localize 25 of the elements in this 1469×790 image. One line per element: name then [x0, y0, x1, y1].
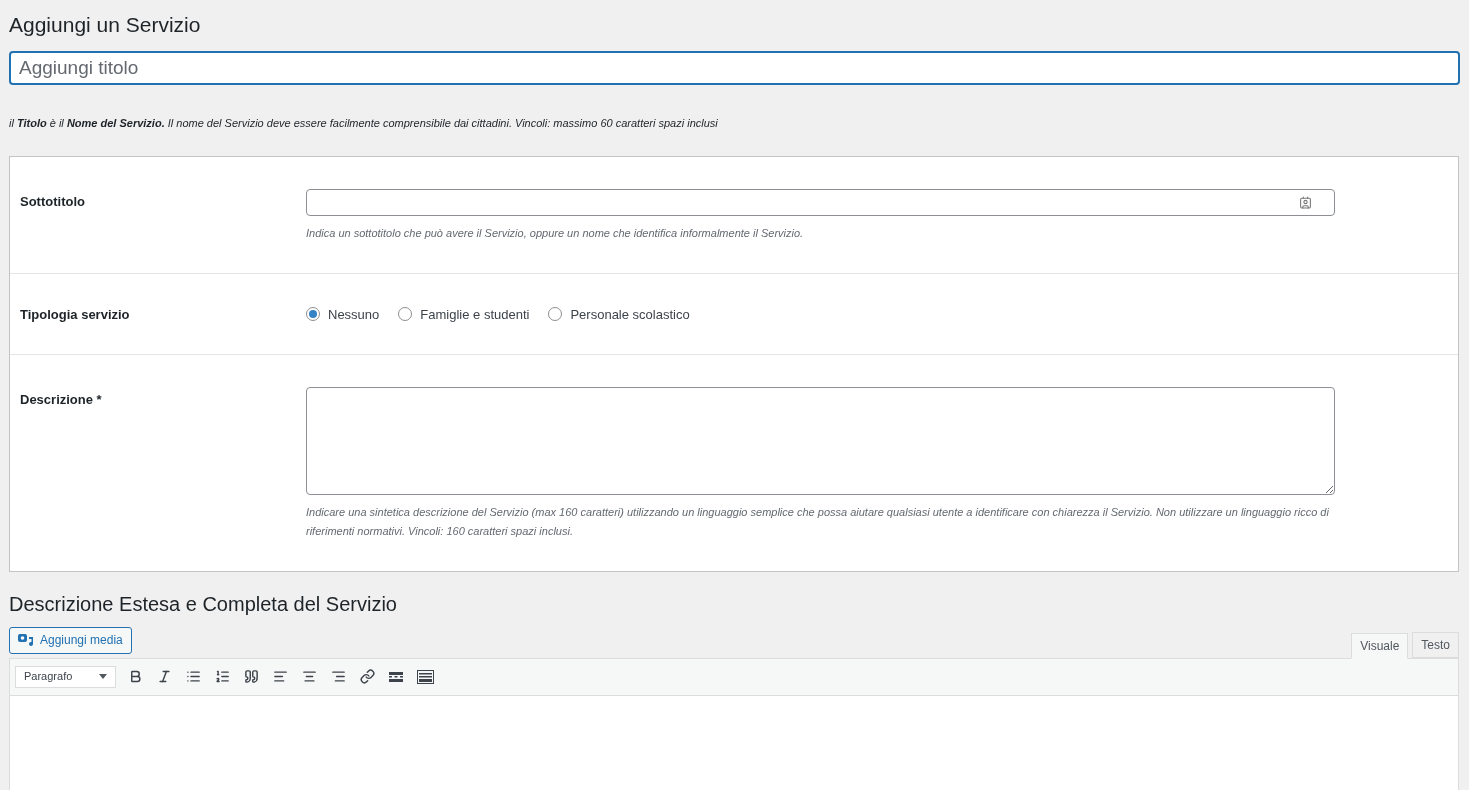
editor-tab[interactable]: Testo [1412, 631, 1459, 658]
title-field[interactable]: Aggiungi titolo [9, 51, 1460, 85]
radio-button[interactable] [548, 307, 563, 322]
contact-card-icon [1299, 195, 1312, 209]
dropdown-caret-icon [99, 674, 107, 679]
field-label: Descrizione * [20, 391, 102, 407]
radio-button[interactable] [398, 307, 413, 322]
format-select[interactable]: Paragrafo [15, 665, 116, 688]
description-field[interactable] [306, 386, 1335, 495]
radio-label: Famiglie e studenti [420, 305, 530, 324]
page-title: Aggiungi un Servizio [9, 12, 202, 38]
link-icon[interactable] [357, 666, 377, 687]
editor-tab[interactable]: Visuale [1351, 632, 1409, 659]
add-media-button[interactable]: Aggiungi media [9, 626, 132, 654]
radio-label: Nessuno [328, 305, 380, 324]
subtitle-field[interactable] [306, 188, 1335, 216]
field-label: Sottotitolo [20, 193, 85, 209]
section-heading: Descrizione Estesa e Completa del Servizio [9, 591, 398, 617]
field-hint: Indica un sottotitolo che può avere il Servizio, oppure un nome che identifica informalmente il Servizio. [306, 225, 805, 241]
title-hint: il Titolo è il Nome del Servizio. Il nome del Servizio deve essere facilmente comprensibile dai cittadini. Vincoli: massimo 60 caratteri spazi inclusi [9, 116, 719, 131]
media-icon [18, 633, 34, 647]
field-hint: Indicare una sintetica descrizione del Servizio (max 160 caratteri) utilizzando un linguaggio semplice che possa aiutare qualsiasi utente a identificare con chiarezza il Servizio. Non utilizzare un linguaggio ricco di riferimenti normativi. Vincoli: 160 caratteri spazi inclusi. [306, 504, 1330, 539]
field-label: Tipologia servizio [20, 306, 130, 322]
radio-label: Personale scolastico [570, 305, 690, 324]
radio-button[interactable] [306, 307, 320, 322]
